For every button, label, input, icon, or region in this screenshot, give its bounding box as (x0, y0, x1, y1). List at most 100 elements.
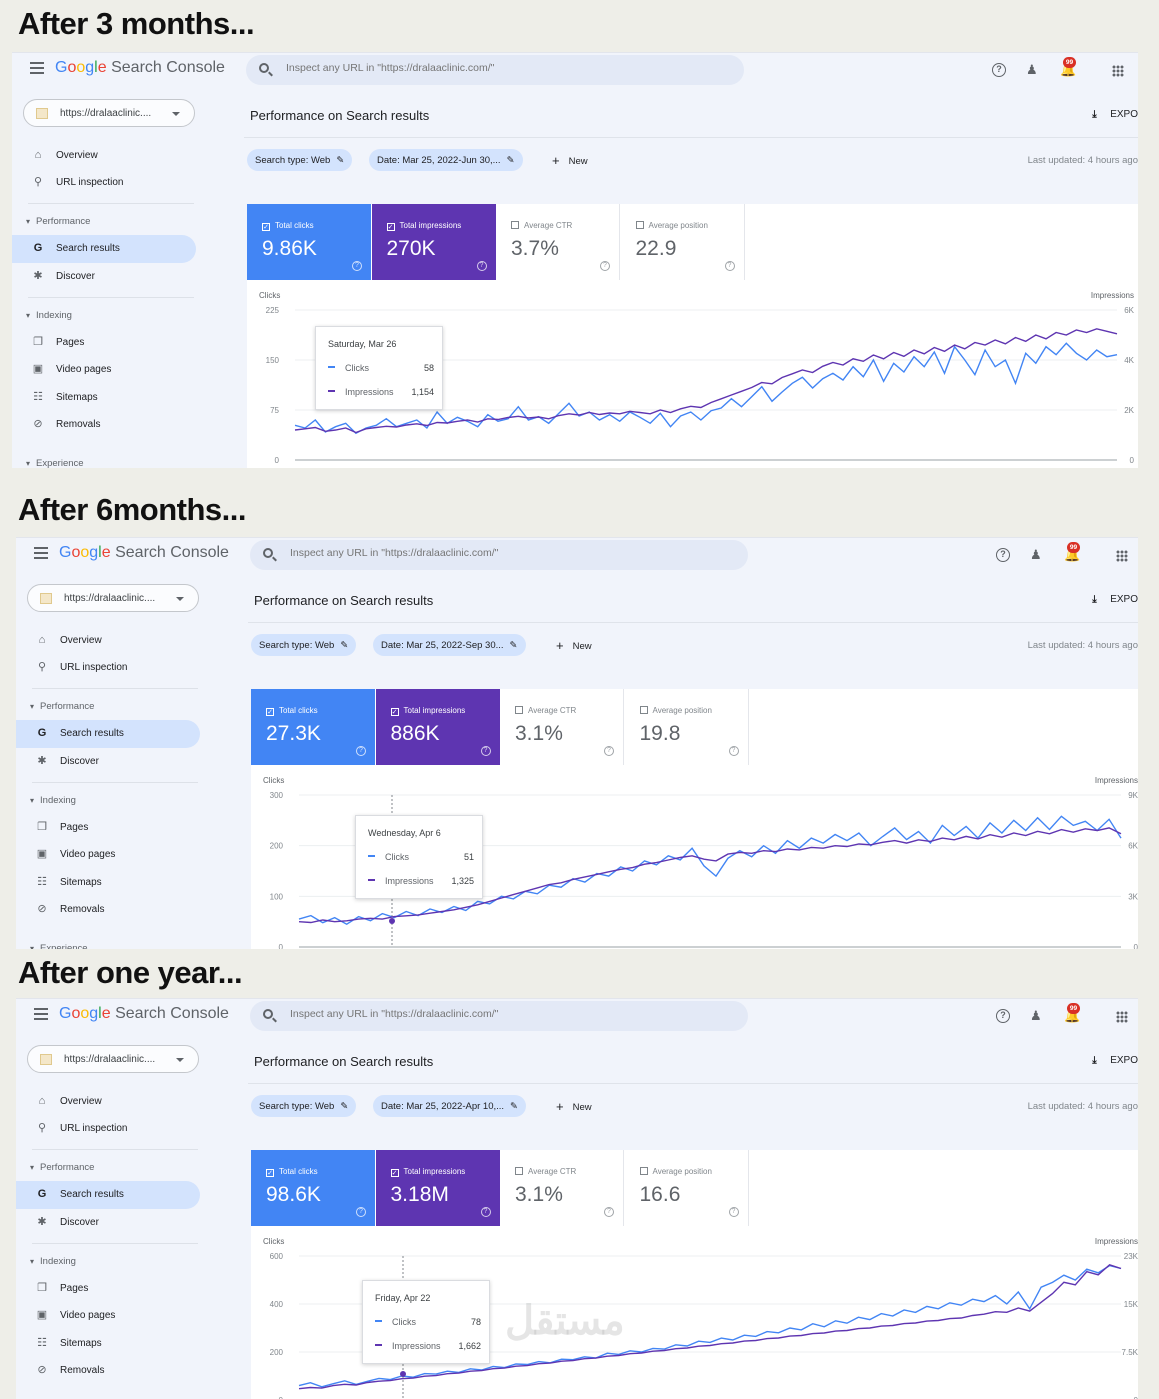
metric-card-average-ctr[interactable]: Average CTR 3.7%? (496, 204, 620, 280)
metric-card-total-impressions[interactable]: ✓ Total impressions 270K? (371, 204, 496, 280)
section-performance[interactable]: Performance (30, 1162, 94, 1173)
checkbox-checked-icon[interactable]: ✓ (262, 223, 270, 231)
help-icon[interactable]: ? (992, 63, 1006, 77)
nav-pages[interactable]: ❐ Pages (16, 1275, 200, 1303)
metric-card-total-clicks[interactable]: ✓ Total clicks 27.3K? (251, 689, 375, 765)
help-icon[interactable]: ? (480, 746, 491, 756)
date-filter-chip[interactable]: Date: Mar 25, 2022-Sep 30... ✎ (373, 634, 526, 656)
help-icon[interactable]: ? (604, 1207, 614, 1217)
new-filter-button[interactable]: + New (556, 1098, 592, 1114)
section-indexing[interactable]: Indexing (30, 795, 76, 806)
checkbox-unchecked-icon[interactable] (515, 1167, 523, 1175)
nav-overview[interactable]: ⌂ Overview (16, 627, 200, 655)
nav-removals[interactable]: ⊘ Removals (16, 896, 200, 924)
export-button[interactable]: ⤓ EXPO (1092, 594, 1138, 605)
help-icon[interactable]: ? (600, 261, 610, 271)
section-indexing[interactable]: Indexing (26, 310, 72, 321)
property-selector[interactable]: https://dralaaclinic.... (27, 584, 199, 612)
apps-grid-icon[interactable] (1116, 1011, 1128, 1023)
help-icon[interactable]: ? (480, 1207, 491, 1217)
metric-card-total-impressions[interactable]: ✓ Total impressions 886K? (375, 689, 500, 765)
new-filter-button[interactable]: + New (552, 152, 588, 168)
new-filter-button[interactable]: + New (556, 637, 592, 653)
section-indexing[interactable]: Indexing (30, 1256, 76, 1267)
search-type-filter-chip[interactable]: Search type: Web ✎ (247, 149, 353, 171)
help-icon[interactable]: ? (356, 746, 366, 756)
property-selector[interactable]: https://dralaaclinic.... (27, 1045, 199, 1073)
menu-icon[interactable] (30, 62, 44, 74)
nav-video-pages[interactable]: ▣ Video pages (16, 841, 200, 869)
section-performance[interactable]: Performance (30, 701, 94, 712)
manage-users-icon[interactable]: ♟ (1030, 1009, 1044, 1023)
nav-search-results[interactable]: G Search results (12, 235, 196, 263)
metric-card-average-position[interactable]: Average position 16.6? (624, 1150, 749, 1226)
url-inspect-search[interactable] (250, 1001, 748, 1031)
metric-card-average-ctr[interactable]: Average CTR 3.1%? (500, 689, 624, 765)
section-experience[interactable]: Experience (30, 943, 88, 949)
nav-url-inspection[interactable]: ⚲ URL inspection (12, 169, 196, 197)
nav-sitemaps[interactable]: ☷ Sitemaps (16, 869, 200, 897)
menu-icon[interactable] (34, 1008, 48, 1020)
help-icon[interactable]: ? (356, 1207, 366, 1217)
help-icon[interactable]: ? (996, 1009, 1010, 1023)
search-console-logo[interactable]: Google Search Console (59, 544, 229, 562)
nav-discover[interactable]: ✱ Discover (16, 1209, 200, 1237)
export-button[interactable]: ⤓ EXPO (1092, 1055, 1138, 1066)
apps-grid-icon[interactable] (1112, 65, 1124, 77)
nav-search-results[interactable]: G Search results (16, 720, 200, 748)
search-console-logo[interactable]: Google Search Console (59, 1005, 229, 1023)
help-icon[interactable]: ? (724, 261, 735, 271)
search-input[interactable] (290, 547, 730, 559)
checkbox-checked-icon[interactable]: ✓ (266, 708, 274, 716)
nav-search-results[interactable]: G Search results (16, 1181, 200, 1209)
nav-discover[interactable]: ✱ Discover (12, 263, 196, 291)
nav-video-pages[interactable]: ▣ Video pages (12, 356, 196, 384)
metric-card-average-position[interactable]: Average position 22.9? (620, 204, 745, 280)
nav-url-inspection[interactable]: ⚲ URL inspection (16, 1115, 200, 1143)
metric-card-total-clicks[interactable]: ✓ Total clicks 98.6K? (251, 1150, 375, 1226)
checkbox-unchecked-icon[interactable] (639, 706, 648, 714)
url-inspect-search[interactable] (246, 55, 744, 85)
nav-sitemaps[interactable]: ☷ Sitemaps (12, 384, 196, 412)
property-selector[interactable]: https://dralaaclinic.... (23, 99, 195, 127)
nav-url-inspection[interactable]: ⚲ URL inspection (16, 654, 200, 682)
manage-users-icon[interactable]: ♟ (1030, 548, 1044, 562)
nav-sitemaps[interactable]: ☷ Sitemaps (16, 1330, 200, 1358)
help-icon[interactable]: ? (476, 261, 487, 271)
checkbox-unchecked-icon[interactable] (515, 706, 523, 714)
search-type-filter-chip[interactable]: Search type: Web ✎ (251, 634, 357, 656)
date-filter-chip[interactable]: Date: Mar 25, 2022-Apr 10,... ✎ (373, 1095, 527, 1117)
nav-pages[interactable]: ❐ Pages (16, 814, 200, 842)
help-icon[interactable]: ? (352, 261, 362, 271)
checkbox-unchecked-icon[interactable] (511, 221, 519, 229)
checkbox-unchecked-icon[interactable] (635, 221, 644, 229)
search-input[interactable] (286, 62, 726, 74)
nav-discover[interactable]: ✱ Discover (16, 748, 200, 776)
url-inspect-search[interactable] (250, 540, 748, 570)
help-icon[interactable]: ? (728, 1207, 739, 1217)
help-icon[interactable]: ? (996, 548, 1010, 562)
metric-card-total-impressions[interactable]: ✓ Total impressions 3.18M? (375, 1150, 500, 1226)
help-icon[interactable]: ? (728, 746, 739, 756)
checkbox-checked-icon[interactable]: ✓ (386, 223, 395, 231)
menu-icon[interactable] (34, 547, 48, 559)
apps-grid-icon[interactable] (1116, 550, 1128, 562)
search-input[interactable] (290, 1008, 730, 1020)
checkbox-checked-icon[interactable]: ✓ (390, 708, 399, 716)
manage-users-icon[interactable]: ♟ (1026, 63, 1040, 77)
metric-card-total-clicks[interactable]: ✓ Total clicks 9.86K? (247, 204, 371, 280)
section-experience[interactable]: Experience (26, 458, 84, 468)
nav-video-pages[interactable]: ▣ Video pages (16, 1302, 200, 1330)
section-performance[interactable]: Performance (26, 216, 90, 227)
checkbox-unchecked-icon[interactable] (639, 1167, 648, 1175)
metric-card-average-ctr[interactable]: Average CTR 3.1%? (500, 1150, 624, 1226)
nav-pages[interactable]: ❐ Pages (12, 329, 196, 357)
checkbox-checked-icon[interactable]: ✓ (390, 1169, 399, 1177)
search-type-filter-chip[interactable]: Search type: Web ✎ (251, 1095, 357, 1117)
help-icon[interactable]: ? (604, 746, 614, 756)
date-filter-chip[interactable]: Date: Mar 25, 2022-Jun 30,... ✎ (369, 149, 523, 171)
nav-removals[interactable]: ⊘ Removals (12, 411, 196, 439)
metric-card-average-position[interactable]: Average position 19.8? (624, 689, 749, 765)
nav-overview[interactable]: ⌂ Overview (12, 142, 196, 170)
nav-overview[interactable]: ⌂ Overview (16, 1088, 200, 1116)
